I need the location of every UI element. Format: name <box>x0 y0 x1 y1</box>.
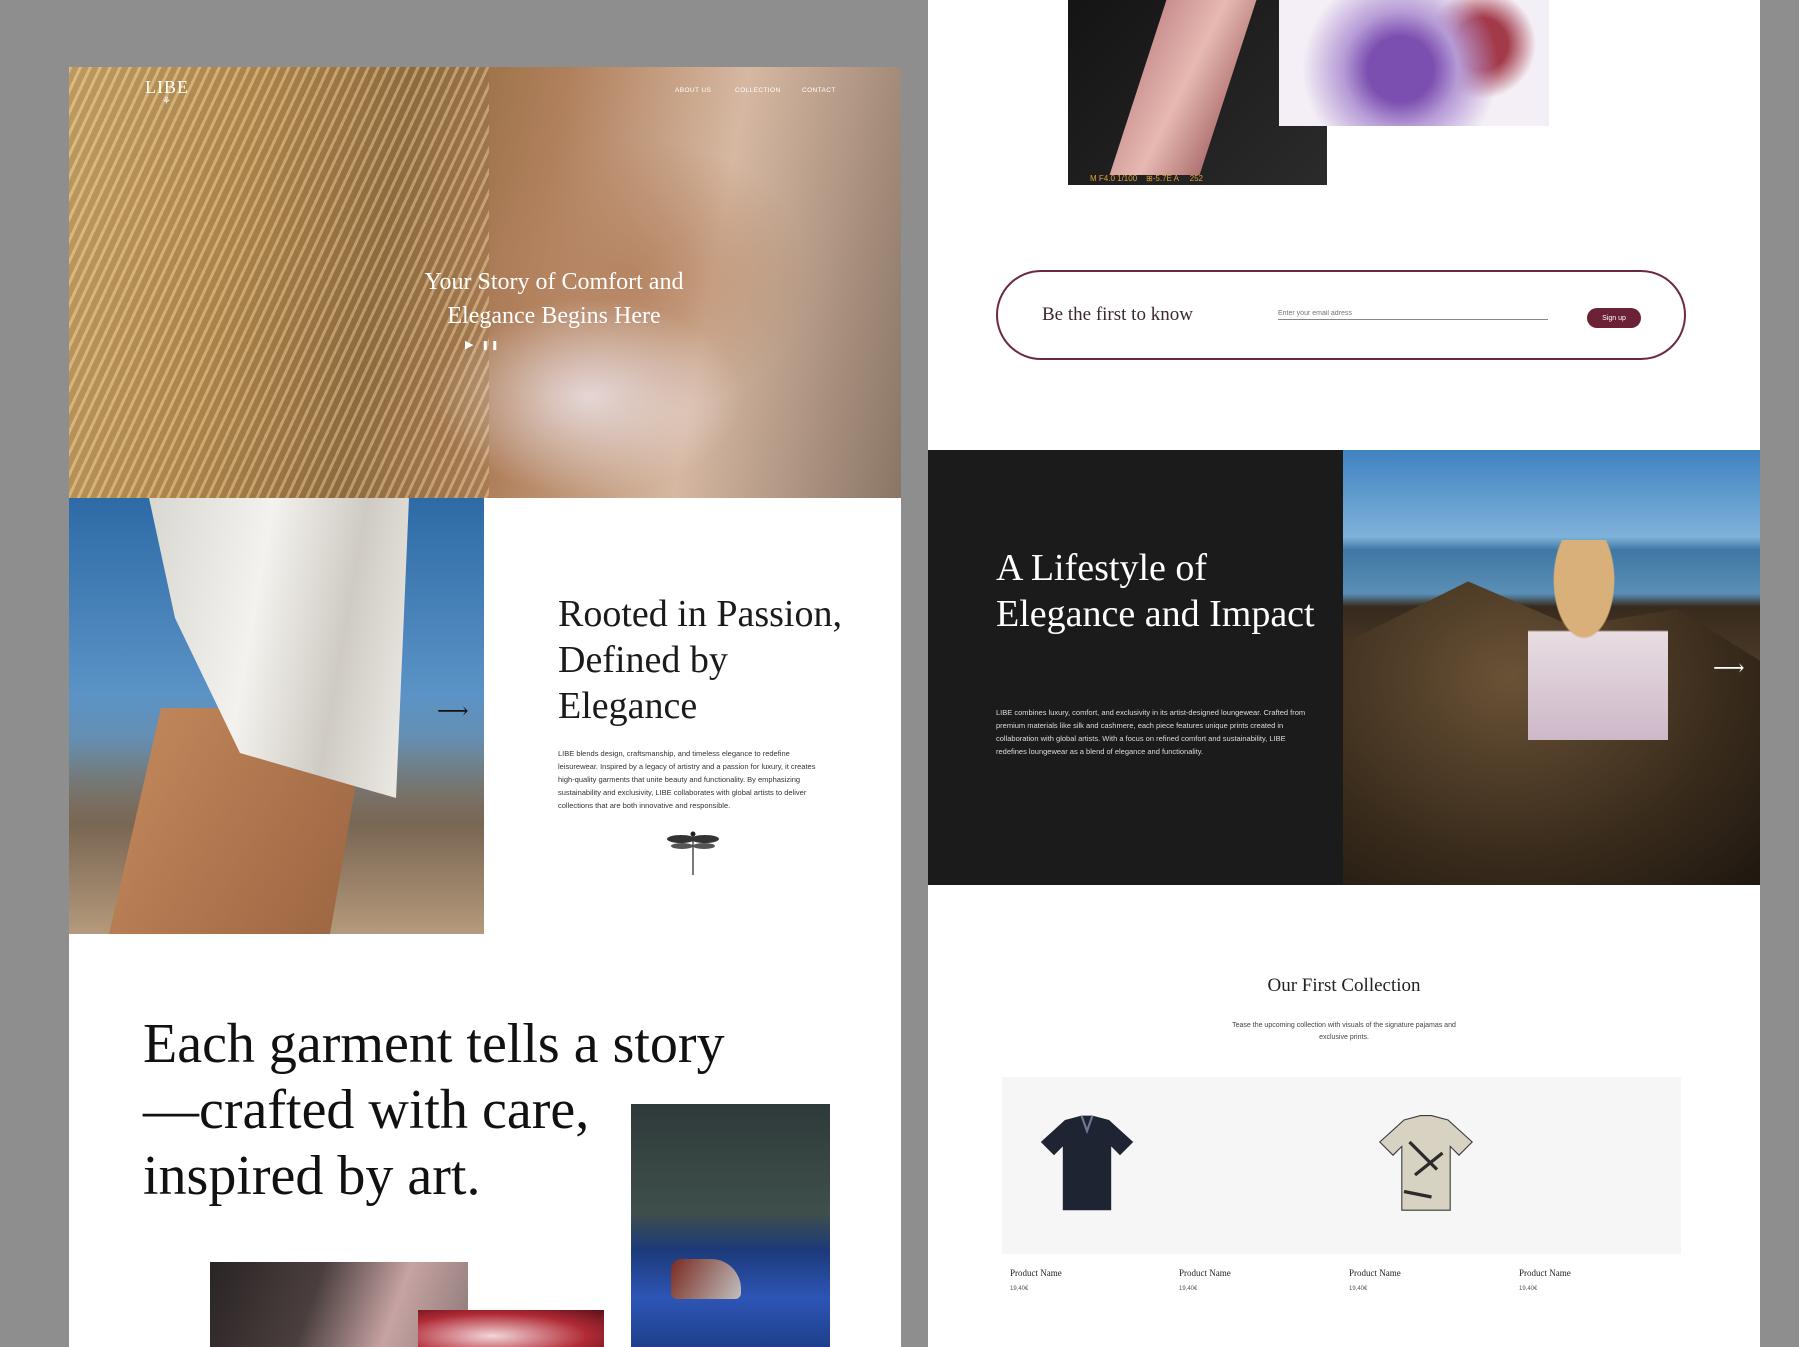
product-name[interactable]: Product Name <box>1511 1268 1681 1278</box>
product-card[interactable]: Product Name 19,40€ <box>1341 1077 1511 1292</box>
play-icon[interactable]: ▶ <box>465 339 475 351</box>
ironing-photo <box>631 1104 830 1347</box>
story-line-1: Each garment tells a story <box>143 1013 725 1075</box>
video-controls: ▶ ❚❚ <box>465 335 500 351</box>
product-image[interactable] <box>1002 1077 1172 1254</box>
product-card[interactable]: Product Name 19,40€ <box>1511 1077 1681 1292</box>
hero-title-line-1: Your Story of Comfort and <box>424 269 684 295</box>
pink-ribbon-shape <box>1109 0 1257 175</box>
product-name[interactable]: Product Name <box>1341 1268 1511 1278</box>
product-name[interactable]: Product Name <box>1171 1268 1341 1278</box>
pause-icon[interactable]: ❚❚ <box>481 340 500 350</box>
logo-mark-icon: ⚘ <box>162 96 172 107</box>
light-shirt-icon <box>1379 1115 1473 1211</box>
product-image[interactable] <box>1341 1077 1511 1254</box>
logo-text: LIBE <box>145 77 189 97</box>
iron-shape <box>671 1259 741 1299</box>
product-price: 19,40€ <box>1519 1286 1538 1292</box>
newsletter-title: Be the first to know <box>1042 304 1193 325</box>
product-pattern-image[interactable] <box>1171 1077 1341 1254</box>
lifestyle-body: LIBE combines luxury, comfort, and exclu… <box>996 708 1306 756</box>
collection-subtitle: Tease the upcoming collection with visua… <box>1232 1022 1456 1041</box>
hero-section: LIBE ⚘ ABOUT US COLLECTION CONTACT Your … <box>69 67 901 498</box>
fabric-closeup-photo <box>418 1310 604 1347</box>
woman-figure-shape <box>1528 540 1668 740</box>
email-input[interactable] <box>1278 308 1548 320</box>
nav-about-us[interactable]: ABOUT US <box>675 87 711 94</box>
product-price: 19,40€ <box>1179 1286 1198 1292</box>
newsletter-bar: Be the first to know Sign up <box>996 270 1686 360</box>
logo[interactable]: LIBE ⚘ <box>145 77 189 107</box>
lifestyle-heading: A Lifestyle of Elegance and Impact <box>996 547 1315 635</box>
product-name[interactable]: Product Name <box>1002 1268 1172 1278</box>
shirt-sleeve-photo: ⟶ <box>69 498 484 934</box>
purple-flowers-photo <box>1279 0 1549 126</box>
hero-title-line-2: Elegance Begins Here <box>447 303 661 329</box>
nav-collection[interactable]: COLLECTION <box>735 87 781 94</box>
film-strip-text: M F4.0 1/100 ⊞-5.7E A 252 <box>1090 174 1203 183</box>
left-page: LIBE ⚘ ABOUT US COLLECTION CONTACT Your … <box>69 67 901 1347</box>
product-price: 19,40€ <box>1010 1286 1029 1292</box>
product-price: 19,40€ <box>1349 1286 1368 1292</box>
sign-up-button[interactable]: Sign up <box>1587 308 1641 328</box>
about-body: LIBE blends design, craftsmanship, and t… <box>558 749 816 810</box>
hero-title: Your Story of Comfort and Elegance Begin… <box>309 265 799 333</box>
right-page: M F4.0 1/100 ⊞-5.7E A 252 Be the first t… <box>928 0 1760 1347</box>
dark-shirt-icon <box>1040 1115 1134 1211</box>
lifestyle-panel: A Lifestyle of Elegance and Impact LIBE … <box>928 450 1343 885</box>
about-heading: Rooted in Passion, Defined by Elegance <box>558 593 842 727</box>
arrow-right-icon[interactable]: ⟶ <box>1713 655 1745 681</box>
arrow-right-icon[interactable]: ⟶ <box>437 698 469 724</box>
product-card[interactable]: Product Name 19,40€ <box>1171 1077 1341 1292</box>
product-pattern-image[interactable] <box>1511 1077 1681 1254</box>
collection-title: Our First Collection <box>1267 975 1421 996</box>
dragonfly-icon <box>667 831 719 875</box>
nav-contact[interactable]: CONTACT <box>802 87 836 94</box>
woman-on-rocks-photo: ⟶ <box>1343 450 1760 885</box>
product-card[interactable]: Product Name 19,40€ <box>1002 1077 1172 1292</box>
